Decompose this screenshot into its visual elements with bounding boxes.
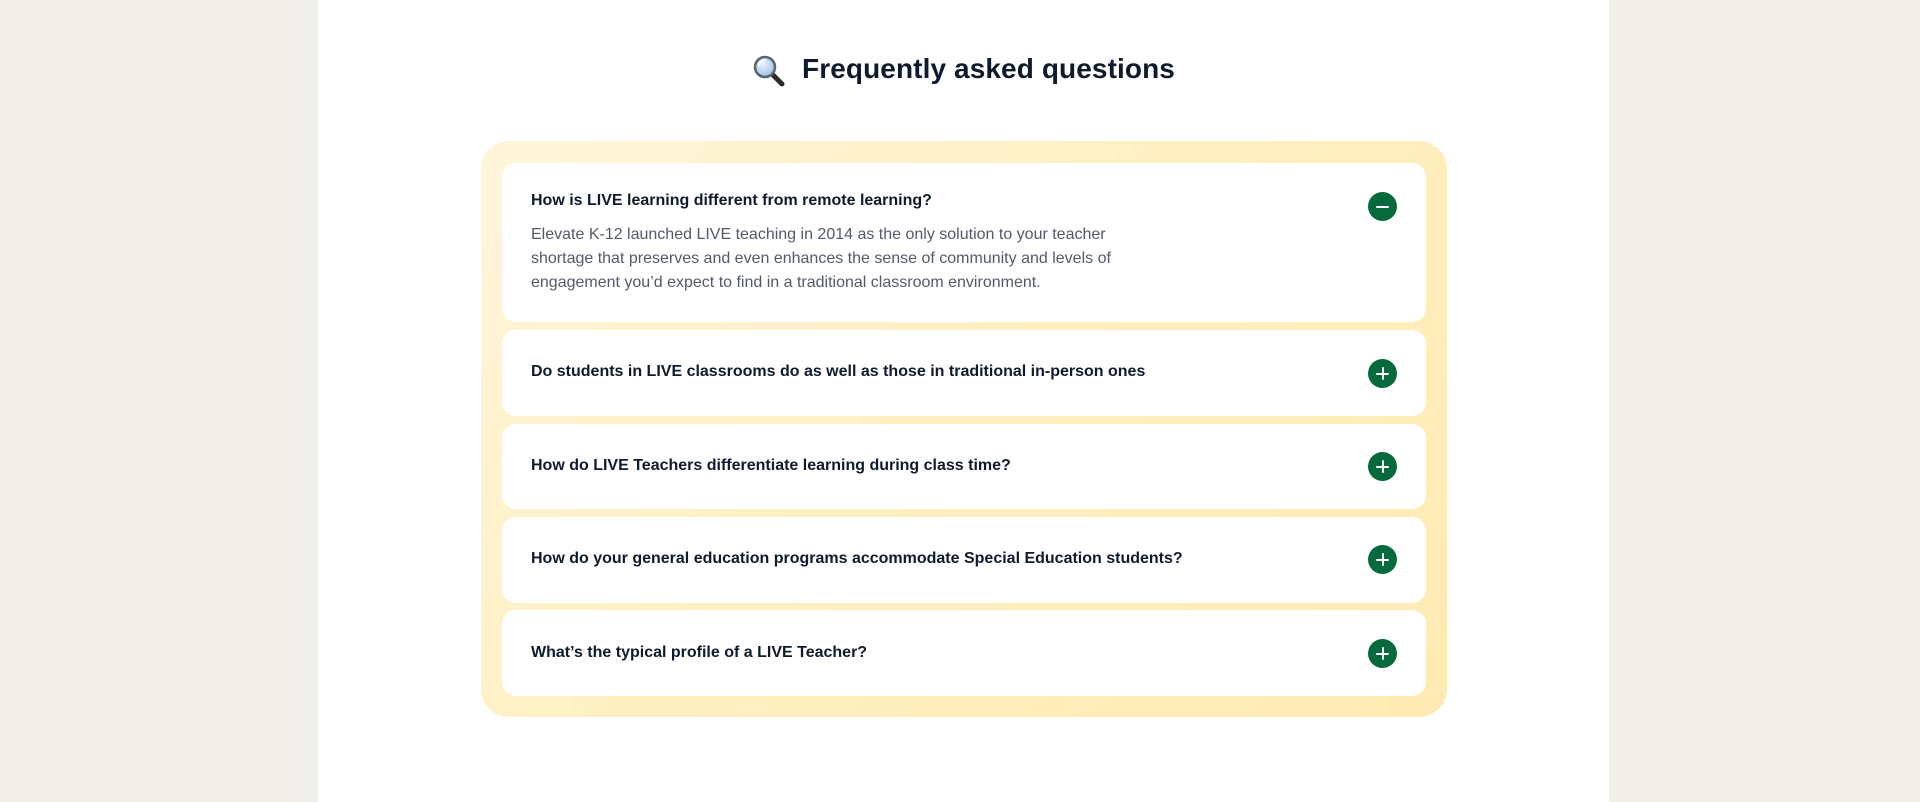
faq-item[interactable]: Do students in LIVE classrooms do as wel…	[502, 330, 1426, 416]
expand-button[interactable]	[1368, 545, 1397, 574]
faq-item[interactable]: How do your general education programs a…	[502, 517, 1426, 603]
faq-item[interactable]: How do LIVE Teachers differentiate learn…	[502, 424, 1426, 509]
expand-button[interactable]	[1368, 639, 1397, 668]
expand-button[interactable]	[1368, 452, 1397, 481]
faq-answer: Elevate K-12 launched LIVE teaching in 2…	[531, 226, 1111, 291]
faq-question[interactable]: How is LIVE learning different from remo…	[531, 192, 932, 210]
faq-question[interactable]: How do your general education programs a…	[531, 550, 1183, 568]
faq-panel: How is LIVE learning different from remo…	[481, 141, 1447, 717]
faq-question[interactable]: What’s the typical profile of a LIVE Tea…	[531, 644, 867, 662]
faq-item[interactable]: How is LIVE learning different from remo…	[502, 163, 1426, 322]
faq-question[interactable]: Do students in LIVE classrooms do as wel…	[531, 363, 1145, 381]
collapse-button[interactable]	[1368, 192, 1397, 221]
expand-button[interactable]	[1368, 359, 1397, 388]
magnifying-glass-icon	[752, 54, 786, 88]
faq-question[interactable]: How do LIVE Teachers differentiate learn…	[531, 457, 1011, 475]
faq-item[interactable]: What’s the typical profile of a LIVE Tea…	[502, 610, 1426, 696]
page-title: Frequently asked questions	[802, 53, 1175, 84]
page-content: Frequently asked questions How is LIVE l…	[318, 0, 1609, 802]
minus-icon	[1376, 205, 1389, 208]
faq-heading: Frequently asked questions	[318, 52, 1609, 88]
